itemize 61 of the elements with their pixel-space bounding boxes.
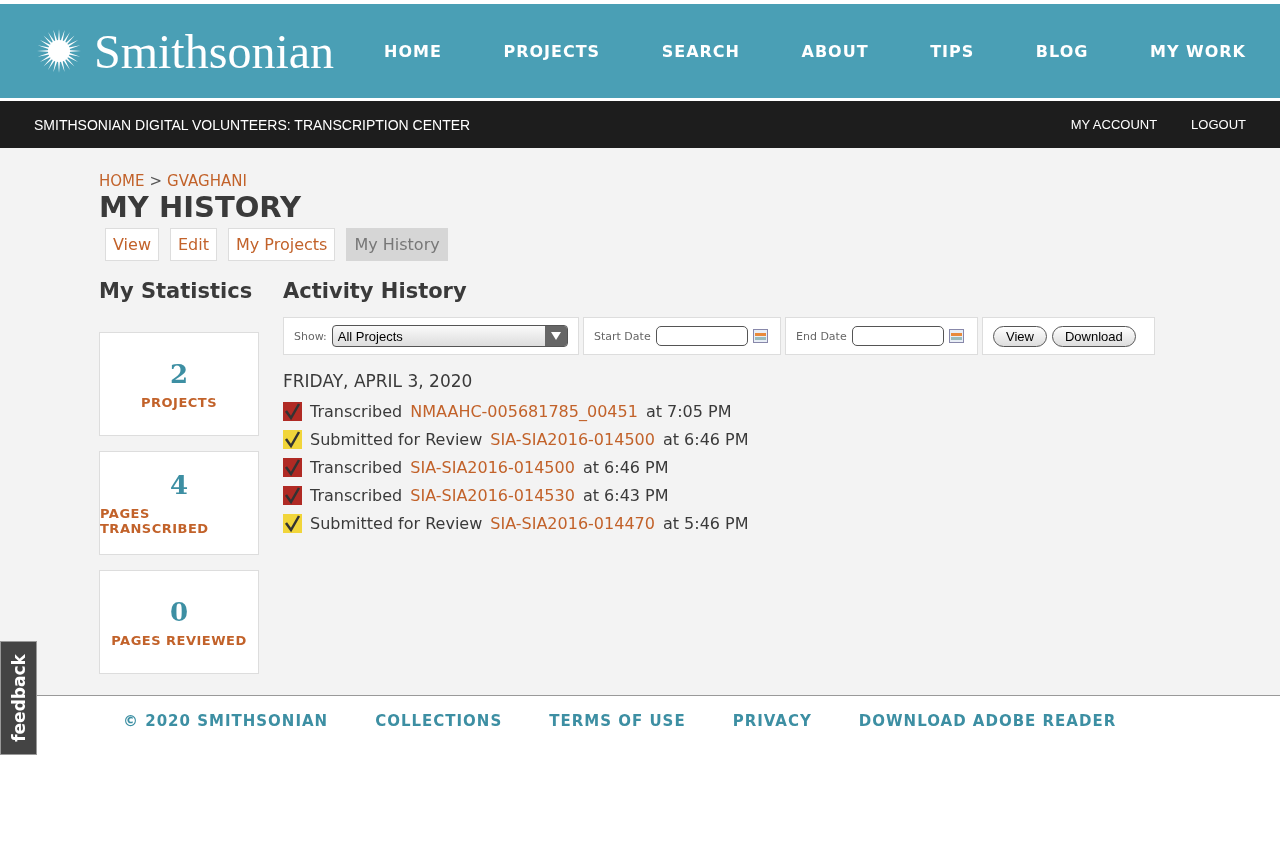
activity-time: at 5:46 PM — [662, 513, 749, 533]
activity-action: Transcribed — [310, 457, 403, 477]
tab[interactable]: My Projects — [227, 228, 336, 261]
footer-link[interactable]: COLLECTIONS — [375, 712, 503, 730]
activity-action: Transcribed — [310, 485, 403, 505]
breadcrumb-separator: > — [149, 172, 163, 190]
nav-link[interactable]: HOME — [384, 41, 442, 61]
activity-time: at 6:43 PM — [582, 485, 669, 505]
activity-date: FRIDAY, APRIL 3, 2020 — [283, 371, 474, 391]
activity-time: at 6:46 PM — [582, 457, 669, 477]
end-date-label: End Date — [796, 329, 847, 343]
stat-label: PROJECTS — [140, 394, 218, 410]
tab[interactable]: View — [105, 228, 159, 261]
tab[interactable]: Edit — [169, 228, 217, 261]
item-link[interactable]: SIA-SIA2016-014500 — [410, 457, 575, 477]
stat-value: 2 — [169, 358, 189, 389]
sun-logo-icon — [36, 28, 82, 74]
logo-text: Smithsonian — [94, 23, 335, 79]
action-button[interactable]: Download — [1051, 325, 1136, 347]
stat-label: PAGES REVIEWED — [111, 632, 247, 648]
tab[interactable]: My History — [346, 228, 448, 261]
nav-link[interactable]: TIPS — [930, 41, 975, 61]
nav-link[interactable]: MY WORK — [1149, 41, 1246, 61]
activity-time: at 6:46 PM — [662, 429, 749, 449]
start-date-field[interactable] — [655, 326, 748, 346]
project-select[interactable]: All Projects — [331, 325, 568, 347]
nav-link[interactable]: BLOG — [1035, 41, 1089, 61]
caret-icon — [551, 332, 561, 340]
page-title: MY HISTORY — [99, 190, 303, 224]
stat-value: 4 — [169, 470, 189, 500]
stat-label: PAGES TRANSCRIBED — [100, 506, 210, 536]
calendar-icon[interactable] — [948, 329, 964, 343]
nav-link[interactable]: ABOUT — [801, 41, 869, 61]
site-title: SMITHSONIAN DIGITAL VOLUNTEERS: TRANSCRIPTION CENTER — [34, 116, 471, 133]
show-label: Show: — [294, 329, 327, 343]
account-link[interactable]: MY ACCOUNT — [1070, 117, 1158, 132]
item-link[interactable]: SIA-SIA2016-014530 — [410, 485, 575, 505]
activity-action: Submitted for Review — [310, 513, 483, 533]
stat-value: 0 — [169, 596, 189, 627]
item-link[interactable]: SIA-SIA2016-014500 — [490, 429, 655, 449]
end-date-field[interactable] — [851, 326, 944, 346]
feedback-tab[interactable]: feedback — [0, 641, 37, 755]
activity-action: Transcribed — [310, 401, 403, 421]
account-link[interactable]: LOGOUT — [1191, 117, 1246, 132]
activity-time: at 7:05 PM — [645, 401, 732, 421]
breadcrumb-link[interactable]: HOME — [99, 172, 145, 190]
nav-link[interactable]: SEARCH — [661, 41, 740, 61]
footer-link[interactable]: © 2020 SMITHSONIAN — [123, 712, 329, 730]
footer-link[interactable]: DOWNLOAD ADOBE READER — [858, 712, 1117, 730]
nav-link[interactable]: PROJECTS — [503, 41, 601, 61]
section-heading: My Statistics — [99, 279, 254, 303]
calendar-icon[interactable] — [752, 329, 768, 343]
item-link[interactable]: SIA-SIA2016-014470 — [490, 513, 655, 533]
item-link[interactable]: NMAAHC-005681785_00451 — [410, 401, 638, 421]
action-button[interactable]: View — [993, 325, 1047, 347]
footer-link[interactable]: TERMS OF USE — [549, 712, 686, 730]
footer-link[interactable]: PRIVACY — [732, 712, 812, 730]
start-date-label: Start Date — [594, 329, 651, 343]
activity-action: Submitted for Review — [310, 429, 483, 449]
section-heading: Activity History — [283, 279, 468, 303]
breadcrumb-link[interactable]: GVAGHANI — [167, 172, 247, 190]
